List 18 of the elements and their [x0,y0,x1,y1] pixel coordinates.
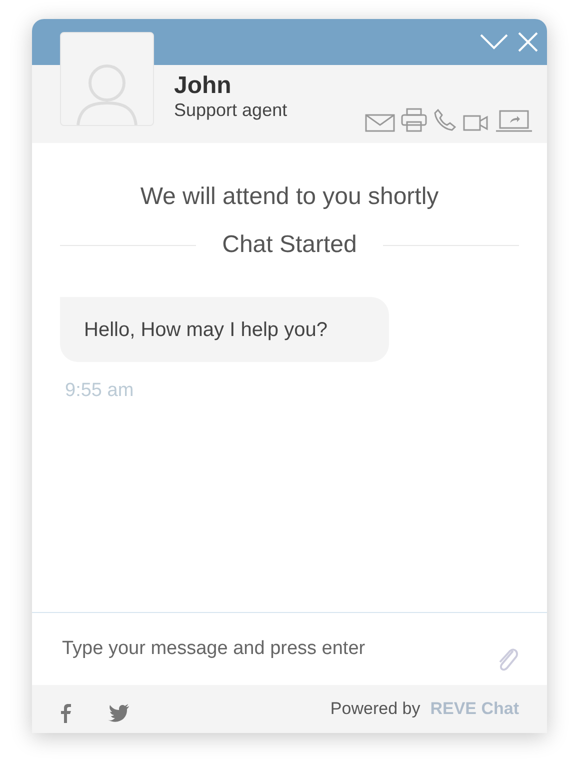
bird-icon[interactable] [108,704,130,722]
agent-name: John [174,72,232,100]
message-input[interactable]: Type your message and press enter [62,638,495,660]
agent-role: Support agent [174,100,288,121]
message-time: 9:55 am [65,380,134,402]
brand-link[interactable]: REVE Chat [430,699,519,719]
powered-by-label: Powered by [330,699,420,719]
printer-icon[interactable] [401,108,427,132]
screen-share-icon[interactable] [495,110,533,132]
letter-f-icon[interactable] [60,703,72,723]
video-camera-icon[interactable] [463,114,489,132]
message-bubble: Hello, How may I help you? [60,297,390,362]
mail-icon[interactable] [365,114,395,132]
minimize-icon[interactable] [479,32,509,52]
status-message: We will attend to you shortly [139,183,440,211]
chat-started-label: Chat Started [222,231,357,259]
phone-icon[interactable] [433,108,457,132]
close-icon[interactable] [517,31,539,53]
